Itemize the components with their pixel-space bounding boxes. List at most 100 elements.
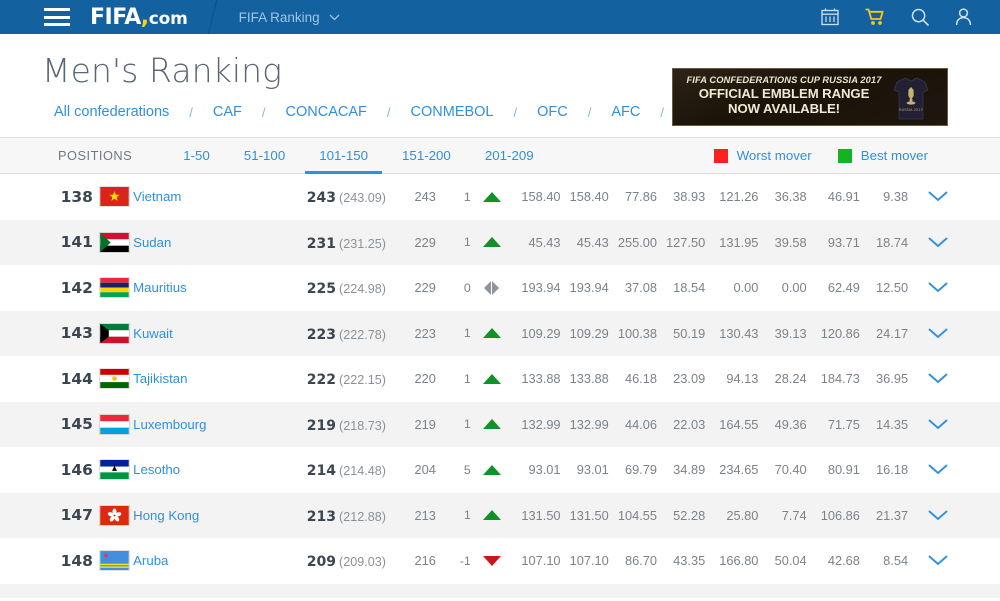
metric-value-8: 24.17 (876, 325, 909, 341)
table-row[interactable]: 147 Hong Kong 213 (212.88) 213 1 131.50 131.50 1… (0, 492, 1000, 538)
best-mover-label: Best mover (860, 148, 928, 163)
team-name-link[interactable]: Mauritius (133, 280, 288, 295)
legend-worst-mover[interactable]: Worst mover (713, 148, 812, 163)
rank-position: 143 (60, 324, 93, 343)
triangle-down (482, 555, 501, 566)
range-tab-51-100[interactable]: 51-100 (227, 138, 302, 174)
team-name-link[interactable]: Hong Kong (133, 508, 288, 523)
metric-value-2: 158.40 (569, 189, 609, 205)
points-cell: 231 (231.25) (288, 233, 386, 252)
table-row[interactable]: 142 Mauritius 225 (224.98) 229 0 193.94 193.94 3… (0, 265, 1000, 311)
table-row[interactable]: 146 Lesotho 214 (214.48) 204 5 93.01 93.01 69.79… (0, 447, 1000, 493)
team-name-link[interactable]: Aruba (133, 553, 288, 568)
flag-cell (95, 413, 133, 435)
range-tab-1-50[interactable]: 1-50 (166, 138, 227, 174)
page-title: Men's Ranking (42, 51, 283, 90)
conf-separator: / (189, 104, 193, 120)
range-tab-label: 151-200 (402, 147, 451, 163)
rank-position: 144 (60, 369, 93, 388)
conf-link-caf[interactable]: CAF (213, 104, 242, 120)
metric-value-5: 164.55 (719, 416, 759, 432)
points-value: 213 (306, 508, 337, 525)
chevron-down-icon[interactable] (928, 464, 948, 475)
metric-value-4: 43.35 (673, 553, 706, 569)
metric-value-6: 50.04 (774, 553, 807, 569)
points-value: 243 (306, 190, 337, 207)
team-name-link[interactable]: Sudan (133, 235, 288, 250)
flag-cell (95, 322, 133, 344)
logo-fifa-text: FIFA (90, 4, 141, 30)
promotional-banner[interactable]: FIFA CONFEDERATIONS CUP RUSSIA 2017 OFFI… (672, 68, 948, 126)
fifa-com-logo[interactable]: FIFA, com (90, 5, 188, 30)
conf-link-concacaf[interactable]: CONCACAF (286, 104, 367, 120)
section-selector[interactable]: FIFA Ranking (239, 10, 340, 25)
calendar-icon[interactable] (821, 8, 839, 26)
search-icon[interactable] (911, 8, 929, 26)
banner-line-2: OFFICIAL EMBLEM RANGE (698, 86, 870, 101)
points-value: 222 (306, 372, 337, 389)
team-name-link[interactable]: Lesotho (133, 462, 288, 477)
metric-value-8: 14.35 (876, 416, 909, 432)
table-row[interactable]: 138 Vietnam 243 (243.09) 243 1 158.40 158.40 77.… (0, 174, 1000, 220)
metric-value-1: 133.88 (521, 371, 561, 387)
table-row[interactable]: 141 Sudan 231 (231.25) 229 1 45.43 45.43 255.00 1… (0, 219, 1000, 265)
conf-link-all[interactable]: All confederations (54, 104, 169, 120)
chevron-down-icon[interactable] (928, 328, 948, 339)
team-name-link[interactable]: Luxembourg (133, 417, 288, 432)
flag-cell (95, 368, 133, 390)
points-cell: 209 (209.03) (288, 551, 386, 570)
conf-link-ofc[interactable]: OFC (537, 104, 568, 120)
metric-value-1: 132.99 (521, 416, 561, 432)
range-tab-201-209[interactable]: 201-209 (468, 138, 551, 174)
previous-points: 229 (414, 280, 436, 296)
table-row[interactable]: 143 Kuwait 223 (222.78) 223 1 109.29 109.29 100.… (0, 310, 1000, 356)
metric-value-1: 109.29 (521, 325, 561, 341)
arrow-up-icon (471, 419, 513, 430)
chevron-down-icon[interactable] (928, 555, 948, 566)
flag-kuwait (98, 322, 130, 344)
points-cell: 219 (218.73) (288, 415, 386, 434)
cart-icon[interactable] (865, 8, 885, 26)
range-tab-101-150[interactable]: 101-150 (302, 138, 385, 174)
flag-sudan (98, 231, 130, 253)
previous-points: 229 (414, 234, 436, 250)
metric-value-6: 49.36 (774, 416, 807, 432)
chevron-down-icon[interactable] (928, 510, 948, 521)
table-row[interactable]: 148 Aruba 209 (209.03) 216 -1 107.10 107.10 86.7… (0, 538, 1000, 584)
banner-line-1: FIFA CONFEDERATIONS CUP RUSSIA 2017 (686, 75, 882, 85)
expand-row-cell (908, 191, 948, 202)
conf-link-conmebol[interactable]: CONMEBOL (411, 104, 494, 120)
expand-row-cell (908, 419, 948, 430)
arrow-unchanged-icon (471, 280, 513, 295)
position-change: 1 (463, 326, 471, 341)
metric-value-2: 109.29 (569, 325, 609, 341)
table-row[interactable]: 145 Luxembourg 219 (218.73) 219 1 132.99 132.99… (0, 401, 1000, 447)
team-name-link[interactable]: Vietnam (133, 189, 288, 204)
flag-lesotho (98, 459, 130, 481)
team-name-link[interactable]: Tajikistan (133, 371, 288, 386)
table-row-partial[interactable] (0, 583, 1000, 598)
team-name-link[interactable]: Kuwait (133, 326, 288, 341)
flag-hongkong (98, 504, 130, 526)
position-change: 0 (463, 280, 471, 295)
range-tab-label: 201-209 (484, 147, 534, 163)
metric-value-1: 107.10 (521, 553, 561, 569)
metric-value-7: 120.86 (820, 325, 860, 341)
metric-value-7: 62.49 (827, 280, 860, 296)
chevron-down-icon[interactable] (928, 282, 948, 293)
chevron-down-icon[interactable] (928, 373, 948, 384)
legend-best-mover[interactable]: Best mover (837, 148, 928, 163)
chevron-down-icon[interactable] (928, 419, 948, 430)
chevron-down-icon[interactable] (928, 237, 948, 248)
position-change: -1 (459, 553, 471, 568)
table-row[interactable]: 144 Tajikistan 222 (222.15) 220 1 133.88 133.88… (0, 356, 1000, 402)
banner-line-3: NOW AVAILABLE! (728, 101, 840, 116)
range-tab-151-200[interactable]: 151-200 (385, 138, 468, 174)
conf-link-afc[interactable]: AFC (611, 104, 640, 120)
user-icon[interactable] (955, 8, 972, 26)
range-tab-label: 51-100 (243, 147, 286, 163)
hamburger-menu-icon[interactable] (44, 8, 70, 26)
expand-row-cell (908, 373, 948, 384)
flag-cell (95, 186, 133, 208)
chevron-down-icon[interactable] (928, 191, 948, 202)
